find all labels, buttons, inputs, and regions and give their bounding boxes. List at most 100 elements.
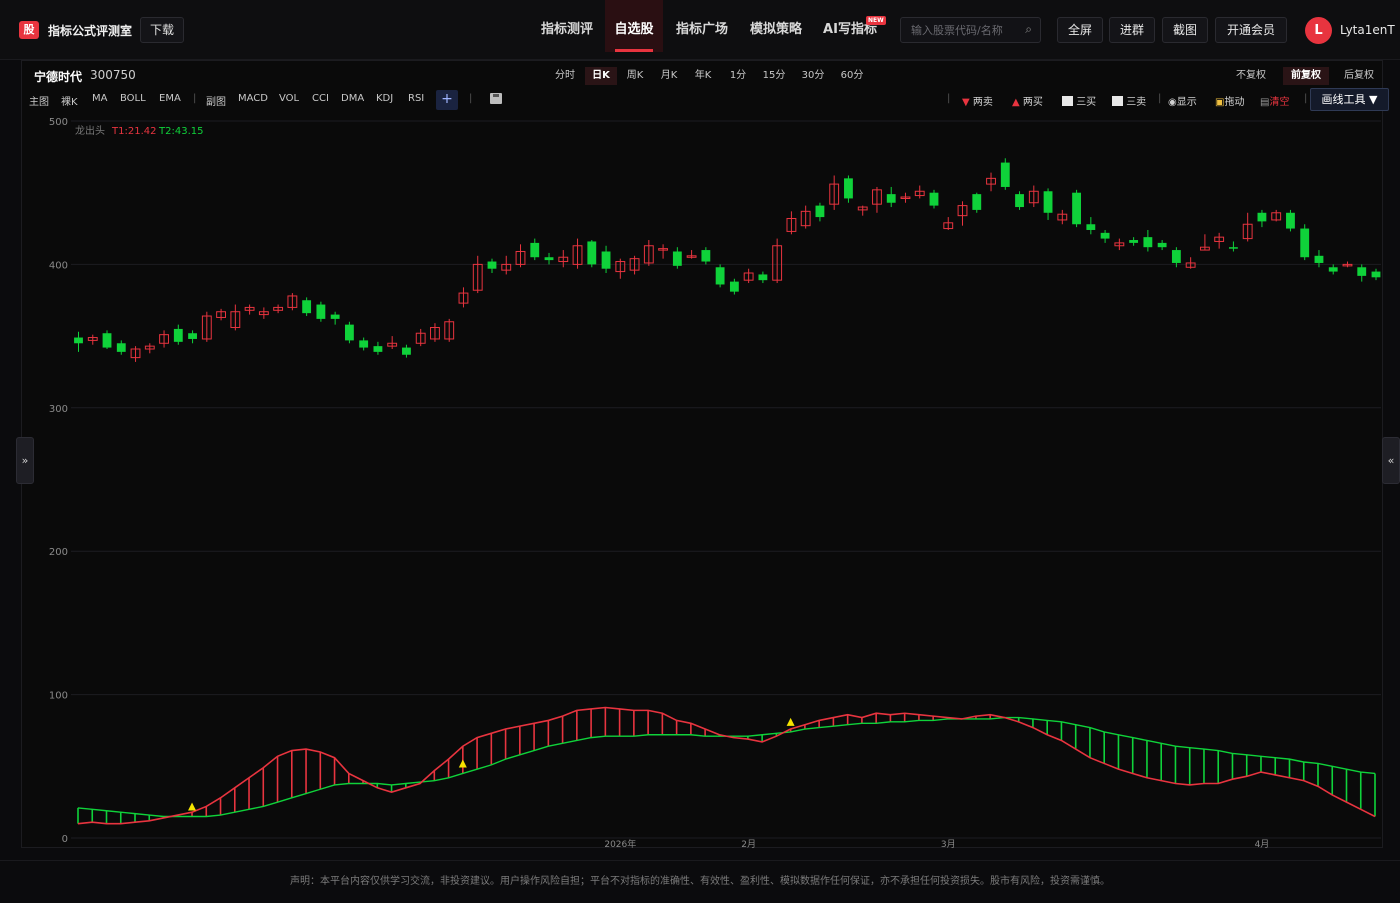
screenshot-button[interactable]: 截图 bbox=[1162, 17, 1208, 43]
y-tick-label: 400 bbox=[49, 260, 68, 271]
candle-body-down bbox=[815, 205, 825, 218]
adjust-forward[interactable]: 前复权 bbox=[1283, 67, 1329, 85]
chart-up-icon bbox=[1062, 96, 1073, 106]
candle-body-down bbox=[544, 257, 554, 261]
candle-body-down bbox=[972, 194, 982, 210]
two-sell-tool[interactable]: ▼ 两卖 bbox=[962, 93, 993, 108]
x-tick-label: 2026年 bbox=[604, 838, 636, 848]
username[interactable]: Lyta1enT bbox=[1340, 23, 1395, 37]
candle-body-down bbox=[1157, 242, 1167, 248]
candle-body-down bbox=[316, 304, 326, 319]
period-monthly[interactable]: 月K bbox=[654, 67, 684, 85]
ind-boll[interactable]: BOLL bbox=[120, 93, 146, 104]
stock-search[interactable]: ⌕ bbox=[900, 17, 1041, 43]
avatar[interactable]: L bbox=[1305, 17, 1332, 44]
period-30min[interactable]: 30分 bbox=[797, 67, 829, 85]
candle-body-down bbox=[1143, 237, 1153, 248]
y-tick-label: 300 bbox=[49, 404, 68, 415]
adjust-none[interactable]: 不复权 bbox=[1231, 67, 1271, 85]
nav-indicator-review[interactable]: 指标测评 bbox=[532, 0, 602, 52]
kline-chart[interactable]: 500 400 300 200 100 0 2026年 2月 3月 4月 龙出头 T1:21.42 T2… bbox=[21, 113, 1383, 848]
ind-vol[interactable]: VOL bbox=[279, 93, 299, 104]
ind-macd[interactable]: MACD bbox=[238, 93, 268, 104]
y-tick-label: 0 bbox=[62, 834, 68, 845]
candle-body-down bbox=[487, 261, 497, 269]
drag-tool[interactable]: ▣拖动 bbox=[1215, 93, 1244, 108]
candle-body-down bbox=[1129, 240, 1139, 243]
save-icon[interactable] bbox=[490, 93, 502, 104]
membership-button[interactable]: 开通会员 bbox=[1215, 17, 1287, 43]
ind-rsi[interactable]: RSI bbox=[408, 93, 424, 104]
period-intraday[interactable]: 分时 bbox=[550, 67, 580, 85]
clear-tool[interactable]: ▤清空 bbox=[1260, 93, 1289, 108]
download-button[interactable]: 下载 bbox=[140, 17, 184, 43]
period-weekly[interactable]: 周K bbox=[620, 67, 650, 85]
app-logo-icon: 股 bbox=[19, 21, 39, 39]
fast-line bbox=[77, 706, 1376, 825]
candle-body-down bbox=[359, 340, 369, 348]
ind-ma[interactable]: MA bbox=[92, 93, 107, 104]
search-icon[interactable]: ⌕ bbox=[1025, 22, 1032, 37]
nav-ai-indicator[interactable]: AI写指标 bbox=[815, 0, 885, 52]
candle-body-down bbox=[844, 178, 853, 199]
candle-body-down bbox=[672, 251, 682, 266]
t2-label: T2:43.15 bbox=[158, 126, 203, 137]
candle-body-down bbox=[1228, 247, 1238, 249]
candle-body-down bbox=[1100, 232, 1110, 239]
period-15min[interactable]: 15分 bbox=[758, 67, 790, 85]
t1-label: T1:21.42 bbox=[111, 126, 156, 137]
period-60min[interactable]: 60分 bbox=[836, 67, 868, 85]
fullscreen-button[interactable]: 全屏 bbox=[1057, 17, 1103, 43]
add-indicator-button[interactable]: + bbox=[436, 90, 458, 110]
ind-ema[interactable]: EMA bbox=[159, 93, 181, 104]
app-title: 指标公式评测室 bbox=[48, 24, 133, 38]
chart-down-icon bbox=[1112, 96, 1123, 106]
candle-body-down bbox=[102, 333, 112, 348]
divider: | bbox=[193, 93, 197, 104]
three-buy-tool[interactable]: 三买 bbox=[1062, 93, 1096, 108]
nav-sim-strategy[interactable]: 模拟策略 bbox=[741, 0, 811, 52]
ind-cci[interactable]: CCI bbox=[312, 93, 329, 104]
ind-main-chart[interactable]: 主图 bbox=[29, 93, 49, 108]
slow-line bbox=[77, 716, 1376, 818]
candle-body-down bbox=[1371, 271, 1381, 278]
period-daily[interactable]: 日K bbox=[585, 67, 617, 85]
candle-body-down bbox=[587, 241, 597, 265]
candle-body-down bbox=[330, 314, 340, 319]
y-tick-label: 200 bbox=[49, 547, 68, 558]
eye-icon: ◉ bbox=[1168, 97, 1177, 108]
period-yearly[interactable]: 年K bbox=[688, 67, 718, 85]
adjust-backward[interactable]: 后复权 bbox=[1337, 67, 1381, 85]
ind-bare-k[interactable]: 裸K bbox=[61, 93, 78, 108]
three-sell-tool[interactable]: 三卖 bbox=[1112, 93, 1146, 108]
candle-body-down bbox=[74, 337, 83, 344]
period-1min[interactable]: 1分 bbox=[724, 67, 752, 85]
signal-marker-icon bbox=[188, 802, 197, 811]
candle-body-down bbox=[173, 328, 183, 342]
candle-body-down bbox=[344, 324, 354, 341]
search-input[interactable] bbox=[901, 18, 1011, 42]
two-sell-label: 两卖 bbox=[972, 97, 993, 108]
candle-body-down bbox=[402, 347, 411, 355]
up-triangle-icon: ▲ bbox=[1012, 97, 1020, 108]
nav-indicator-square[interactable]: 指标广场 bbox=[667, 0, 737, 52]
candle-body-down bbox=[1015, 194, 1024, 208]
signal-marker-icon bbox=[458, 759, 467, 768]
nav-watchlist[interactable]: 自选股 bbox=[605, 0, 663, 52]
draw-tools-button[interactable]: 画线工具 ▼ bbox=[1310, 88, 1389, 111]
right-panel-toggle[interactable]: « bbox=[1382, 437, 1400, 484]
candle-body-down bbox=[1072, 192, 1081, 225]
two-buy-tool[interactable]: ▲ 两买 bbox=[1012, 93, 1043, 108]
divider: | bbox=[469, 93, 473, 104]
join-group-button[interactable]: 进群 bbox=[1109, 17, 1155, 43]
candle-body-down bbox=[929, 192, 939, 206]
candle-body-down bbox=[758, 274, 768, 281]
show-tool[interactable]: ◉显示 bbox=[1168, 93, 1197, 108]
ind-sub-chart[interactable]: 副图 bbox=[206, 93, 226, 108]
ind-kdj[interactable]: KDJ bbox=[376, 93, 393, 104]
ind-dma[interactable]: DMA bbox=[341, 93, 364, 104]
show-label: 显示 bbox=[1176, 97, 1197, 108]
indicator-name-label: 龙出头 bbox=[75, 124, 105, 137]
candle-body-down bbox=[886, 194, 896, 203]
two-buy-label: 两买 bbox=[1022, 97, 1043, 108]
